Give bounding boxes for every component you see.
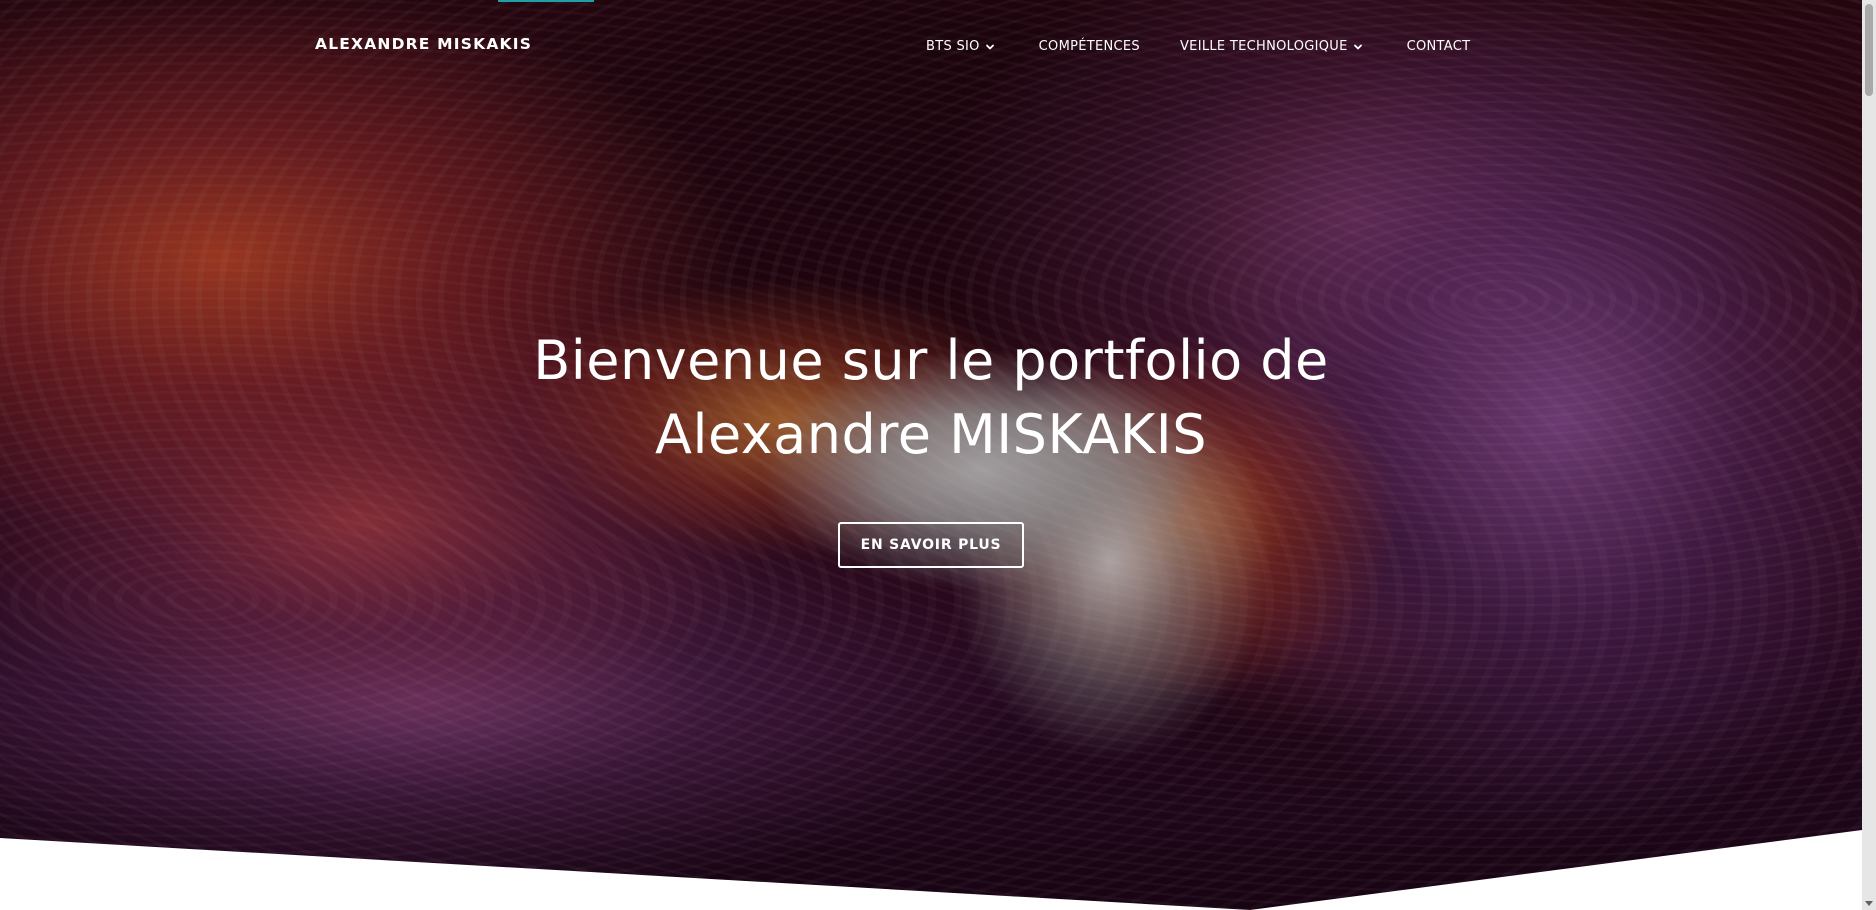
section-divider [0, 830, 1862, 910]
nav-item-contact[interactable]: CONTACT [1407, 39, 1471, 54]
learn-more-button[interactable]: EN SAVOIR PLUS [838, 522, 1024, 568]
chevron-down-icon [985, 44, 994, 49]
nav-item-bts-sio[interactable]: BTS SIO [926, 39, 995, 54]
hero-section: ALEXANDRE MISKAKIS BTS SIO COMPÉTENCES V… [0, 0, 1862, 910]
nav-item-label: COMPÉTENCES [1038, 38, 1140, 54]
brand-logo[interactable]: ALEXANDRE MISKAKIS [315, 35, 532, 53]
hero-title-line-1: Bienvenue sur le portfolio de [533, 329, 1329, 392]
nav-item-label: BTS SIO [926, 38, 980, 54]
navbar: ALEXANDRE MISKAKIS BTS SIO COMPÉTENCES V… [0, 0, 1862, 90]
nav-item-label: VEILLE TECHNOLOGIQUE [1179, 38, 1348, 54]
page: ALEXANDRE MISKAKIS BTS SIO COMPÉTENCES V… [0, 0, 1876, 910]
chevron-down-icon [1353, 44, 1362, 49]
nav-menu: BTS SIO COMPÉTENCES VEILLE TECHNOLOGIQUE… [926, 36, 1470, 56]
nav-item-competences[interactable]: COMPÉTENCES [1039, 39, 1140, 54]
nav-item-veille-technologique[interactable]: VEILLE TECHNOLOGIQUE [1180, 39, 1363, 54]
scroll-down-arrow-icon[interactable] [1865, 901, 1873, 906]
hero-title-line-2: Alexandre MISKAKIS [655, 403, 1207, 466]
page-scrollbar[interactable] [1862, 0, 1876, 910]
scrollbar-thumb[interactable] [1865, 4, 1873, 96]
hero-title: Bienvenue sur le portfolio de Alexandre … [0, 324, 1862, 472]
nav-item-label: CONTACT [1406, 38, 1471, 54]
